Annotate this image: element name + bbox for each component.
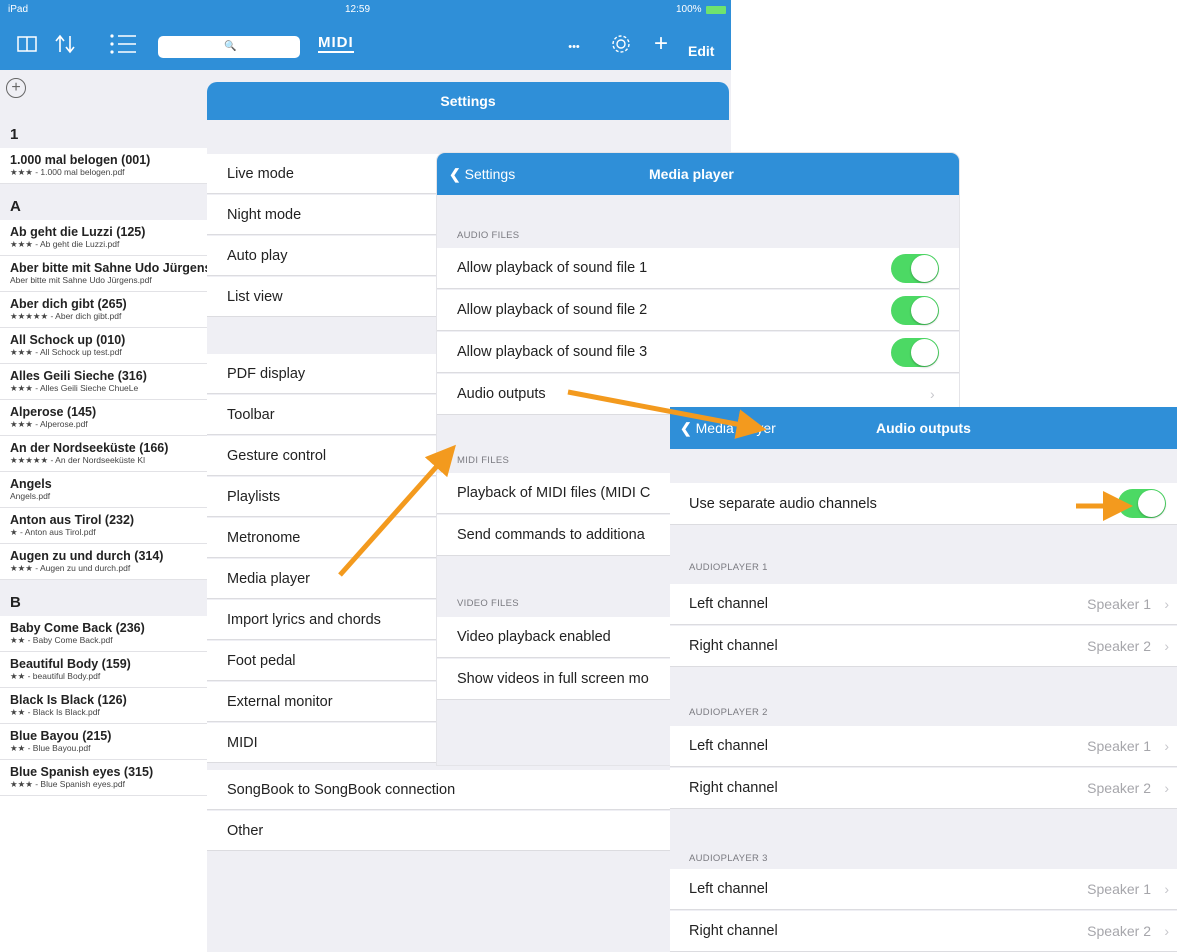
annotation-arrows [338, 389, 1133, 577]
arrow-to-media-player [338, 444, 456, 577]
arrow-to-audio-outputs [567, 389, 767, 439]
